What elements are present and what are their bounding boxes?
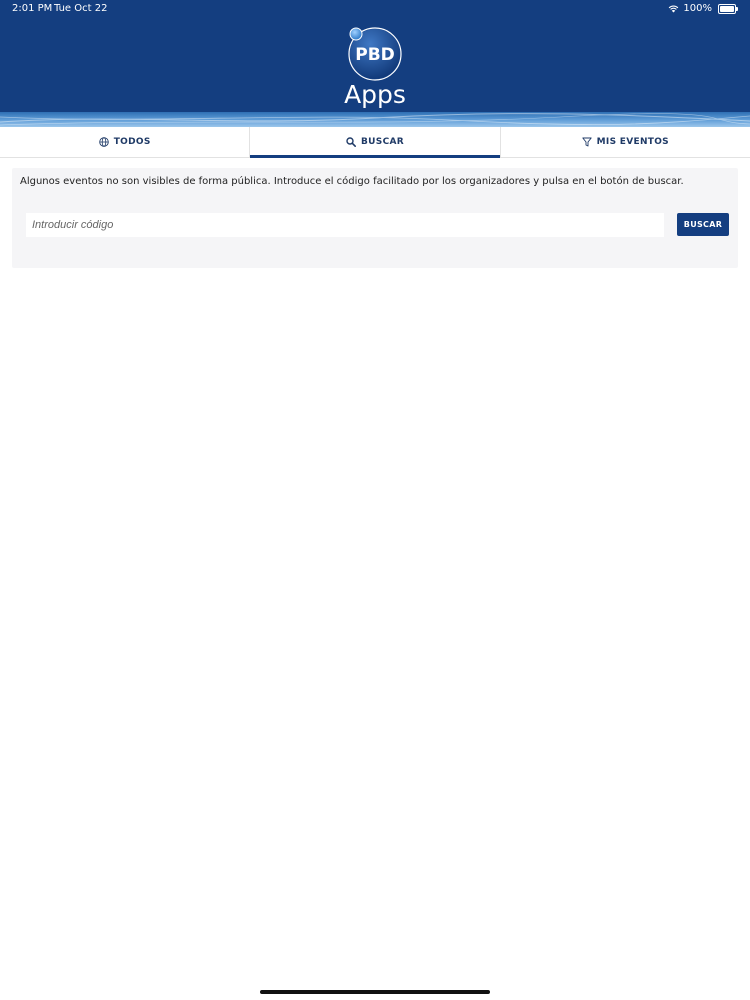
tab-mis-eventos-label: MIS EVENTOS [596, 137, 669, 147]
status-bar: 2:01 PM Tue Oct 22 100% [0, 0, 750, 18]
tab-todos-label: TODOS [113, 137, 151, 147]
tab-buscar-label: BUSCAR [361, 137, 404, 147]
tab-todos[interactable]: TODOS [0, 127, 251, 157]
filter-icon [582, 137, 592, 147]
battery-icon [718, 3, 738, 14]
pbd-logo: PBD [348, 27, 402, 81]
event-code-input[interactable] [26, 213, 664, 237]
tab-bar: TODOS BUSCAR MIS EVENTOS [0, 127, 750, 158]
globe-icon [98, 137, 109, 147]
search-info-text: Algunos eventos no son visibles de forma… [20, 176, 684, 187]
status-time: 2:01 PM [12, 3, 53, 14]
wifi-icon [669, 5, 679, 12]
status-indicators: 100% [668, 3, 738, 14]
header-wave-pattern [0, 113, 750, 126]
search-panel: Algunos eventos no son visibles de forma… [12, 168, 738, 268]
logo-text: PBD [355, 45, 395, 65]
home-indicator[interactable] [260, 990, 490, 994]
app-header: 2:01 PM Tue Oct 22 100% PBD Apps [0, 0, 750, 127]
app-title: Apps [344, 80, 406, 109]
search-icon [346, 137, 357, 147]
battery-percent: 100% [683, 3, 712, 14]
status-date: Tue Oct 22 [54, 3, 108, 14]
search-button[interactable]: BUSCAR [677, 213, 729, 236]
tab-buscar[interactable]: BUSCAR [250, 127, 501, 158]
tab-mis-eventos[interactable]: MIS EVENTOS [501, 127, 750, 157]
